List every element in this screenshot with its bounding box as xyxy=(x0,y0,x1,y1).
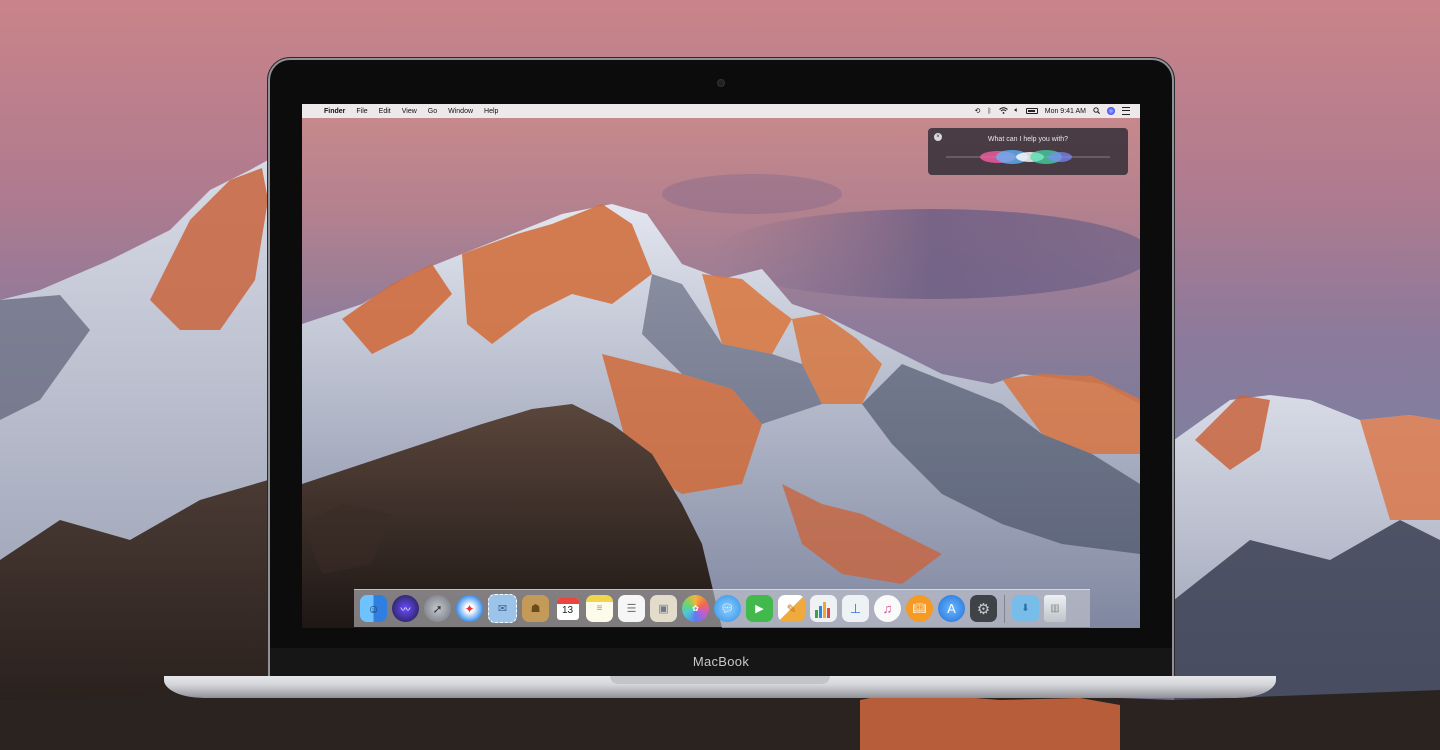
calendar-day: 13 xyxy=(561,604,574,616)
photo-stack-icon: ▣ xyxy=(658,603,669,615)
dock-facetime[interactable]: ▶ xyxy=(746,595,773,622)
rocket-icon: ➚ xyxy=(432,601,443,616)
opening-notch xyxy=(610,676,830,684)
menu-help[interactable]: Help xyxy=(484,108,498,115)
bluetooth-icon[interactable]: ᛒ xyxy=(987,108,991,115)
laptop-base xyxy=(164,676,1276,698)
dock-reminders[interactable]: ☰ xyxy=(618,595,645,622)
dock-preview[interactable]: ▣ xyxy=(650,595,677,622)
dock-downloads-folder[interactable]: ⬇ xyxy=(1012,595,1039,622)
app-store-icon: A xyxy=(947,601,956,616)
book-icon: 📖︎ xyxy=(912,603,927,615)
siri-prompt: What can I help you with? xyxy=(987,136,1069,143)
laptop-brand-label: MacBook xyxy=(692,654,750,669)
menu-window[interactable]: Window xyxy=(448,108,473,115)
menu-finder[interactable]: Finder xyxy=(324,108,345,115)
calendar-icon: 13 xyxy=(556,597,579,620)
menu-file[interactable]: File xyxy=(356,108,367,115)
dock: ☺ 〰 ➚ ✦ ✉ ☗ 13 ≡ ☰ ▣ ✿ 💬︎ ▶ ✎ ⊥ ♫ 📖︎ A ⚙… xyxy=(354,589,1090,627)
volume-icon[interactable]: 🔈︎ xyxy=(1015,107,1019,115)
podium-icon: ⊥ xyxy=(849,600,862,616)
dock-calendar[interactable]: 13 xyxy=(554,595,581,622)
siri-panel: × What can I help you with? xyxy=(928,128,1128,175)
spotlight-icon[interactable] xyxy=(1093,106,1100,116)
camera-icon xyxy=(718,80,724,86)
desktop-wallpaper xyxy=(302,174,1140,628)
finder-icon: ☺ xyxy=(367,601,380,616)
desktop-screen: Finder File Edit View Go Window Help ⟲ ᛒ… xyxy=(302,104,1140,628)
siri-icon: 〰 xyxy=(400,605,411,616)
compass-icon: ✦ xyxy=(464,601,475,616)
video-camera-icon: ▶ xyxy=(755,603,764,615)
speech-bubble-icon: 💬︎ xyxy=(720,603,735,615)
dock-pages[interactable]: ✎ xyxy=(778,595,805,622)
dock-keynote[interactable]: ⊥ xyxy=(842,595,869,622)
folder-icon: ⬇ xyxy=(1021,603,1030,614)
dock-separator xyxy=(1004,594,1005,623)
pen-icon: ✎ xyxy=(786,601,797,616)
time-machine-icon[interactable]: ⟲ xyxy=(974,107,980,115)
dock-safari[interactable]: ✦ xyxy=(456,595,483,622)
address-book-icon: ☗ xyxy=(530,603,541,615)
gear-icon: ⚙ xyxy=(976,600,991,618)
music-note-icon: ♫ xyxy=(882,601,893,616)
menu-bar: Finder File Edit View Go Window Help ⟲ ᛒ… xyxy=(302,104,1140,118)
notification-center-icon[interactable] xyxy=(1122,107,1130,115)
dock-mail[interactable]: ✉ xyxy=(488,594,517,623)
siri-icon[interactable] xyxy=(1107,107,1115,115)
dock-ibooks[interactable]: 📖︎ xyxy=(906,595,933,622)
battery-icon[interactable] xyxy=(1025,108,1038,114)
dock-finder[interactable]: ☺ xyxy=(360,595,387,622)
clock[interactable]: Mon 9:41 AM xyxy=(1045,108,1086,115)
dock-photos[interactable]: ✿ xyxy=(682,595,709,622)
dock-trash[interactable]: ▥ xyxy=(1044,595,1066,622)
notes-icon: ≡ xyxy=(596,603,603,614)
wifi-icon[interactable] xyxy=(998,106,1008,116)
checklist-icon: ☰ xyxy=(626,603,637,615)
menu-go[interactable]: Go xyxy=(428,108,437,115)
trash-icon: ▥ xyxy=(1050,603,1060,614)
dock-numbers[interactable] xyxy=(810,595,837,622)
dock-itunes[interactable]: ♫ xyxy=(874,595,901,622)
macbook-laptop: Finder File Edit View Go Window Help ⟲ ᛒ… xyxy=(268,58,1174,678)
dock-messages[interactable]: 💬︎ xyxy=(714,595,741,622)
siri-waveform-icon xyxy=(946,150,1110,164)
menu-view[interactable]: View xyxy=(402,108,417,115)
stamp-icon: ✉ xyxy=(497,603,508,615)
dock-app-store[interactable]: A xyxy=(938,595,965,622)
bar-chart-icon xyxy=(814,601,830,618)
status-menus: ⟲ ᛒ 🔈︎ Mon 9:41 AM xyxy=(974,106,1130,116)
menu-edit[interactable]: Edit xyxy=(379,108,391,115)
dock-contacts[interactable]: ☗ xyxy=(522,595,549,622)
dock-system-preferences[interactable]: ⚙ xyxy=(970,595,997,622)
dock-notes[interactable]: ≡ xyxy=(586,595,613,622)
pinwheel-icon: ✿ xyxy=(692,604,699,613)
dock-siri[interactable]: 〰 xyxy=(392,595,419,622)
dock-launchpad[interactable]: ➚ xyxy=(424,595,451,622)
